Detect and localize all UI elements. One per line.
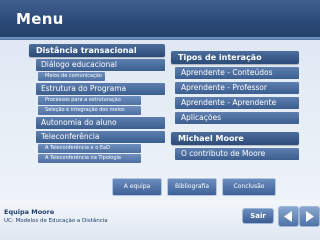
menu-heading-tipos[interactable]: Tipos de interação — [171, 51, 299, 64]
equipa-button[interactable]: A equipa — [112, 178, 162, 196]
arrow-right-icon — [306, 211, 314, 222]
next-button[interactable] — [299, 206, 320, 227]
left-menu: Distância transacional Diálogo educacion… — [29, 44, 165, 163]
submenu-tele-tipologia[interactable]: A Teleconferência na Tipologia — [38, 154, 141, 163]
conclusao-button[interactable]: Conclusão — [222, 178, 276, 196]
arrow-left-icon — [284, 211, 292, 222]
submenu-tele-ead[interactable]: A Teleconferência e o EaD — [38, 144, 141, 153]
bottom-button-row: A equipa Bibliografia Conclusão — [112, 178, 278, 196]
right-menu: Tipos de interação Aprendente - Conteúdo… — [171, 51, 299, 160]
header-bar: Menu — [0, 0, 320, 40]
menu-item-professor[interactable]: Aprendente - Professor — [175, 82, 299, 94]
main-area: Distância transacional Diálogo educacion… — [0, 40, 320, 200]
menu-item-aprendente[interactable]: Aprendente - Aprendente — [175, 97, 299, 109]
submenu-processos[interactable]: Processos para a estruturação — [38, 96, 141, 105]
prev-button[interactable] — [278, 206, 299, 227]
menu-item-autonomia[interactable]: Autonomia do aluno — [36, 117, 165, 129]
team-name: Equipa Moore — [4, 208, 55, 216]
menu-item-teleconferencia[interactable]: Teleconferência — [36, 131, 165, 143]
submenu-selecao[interactable]: Seleção e integração dos meios — [38, 106, 141, 115]
page-title: Menu — [16, 10, 64, 28]
menu-item-estrutura[interactable]: Estrutura do Programa — [36, 83, 165, 95]
submenu-meios[interactable]: Meios de comunicação — [38, 72, 105, 81]
menu-item-contributo[interactable]: O contributo de Moore — [175, 148, 299, 160]
bibliografia-button[interactable]: Bibliografia — [167, 178, 217, 196]
course-name: UC: Modelos de Educação a Distância — [4, 218, 108, 224]
menu-item-dialogo[interactable]: Diálogo educacional — [36, 59, 165, 71]
menu-heading-moore[interactable]: Michael Moore — [171, 132, 299, 145]
footer-bar: Equipa Moore UC: Modelos de Educação a D… — [0, 200, 320, 240]
exit-button[interactable]: Sair — [242, 208, 274, 224]
menu-item-conteudos[interactable]: Aprendente - Conteúdos — [175, 67, 299, 79]
menu-item-aplicacoes[interactable]: Aplicações — [175, 112, 299, 124]
menu-heading-distancia[interactable]: Distância transacional — [29, 44, 165, 57]
